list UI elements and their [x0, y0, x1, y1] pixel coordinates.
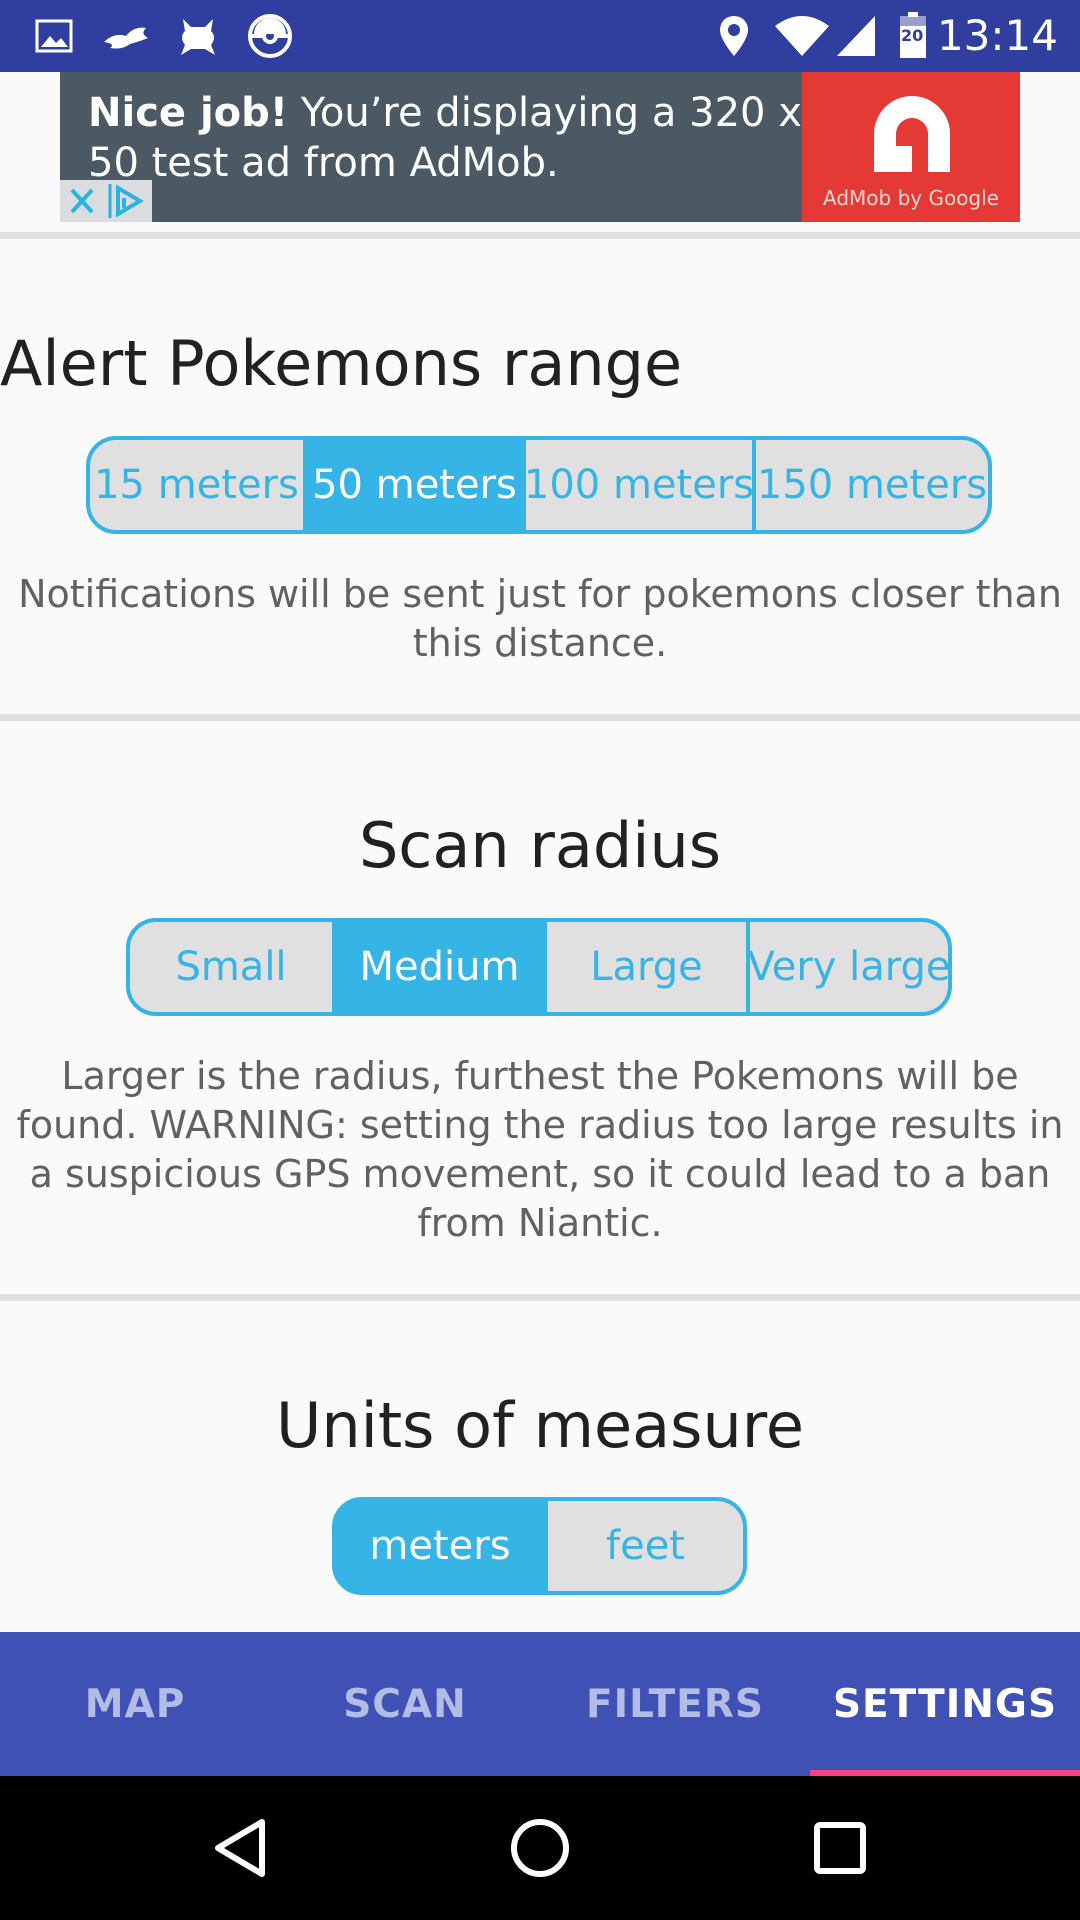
- tab-label: SETTINGS: [832, 1681, 1058, 1727]
- pokeball-icon: [244, 12, 296, 60]
- alert-range-option-150[interactable]: 150 meters: [752, 440, 988, 530]
- bottom-tab-bar: MAP SCAN FILTERS SETTINGS: [0, 1632, 1080, 1776]
- tab-filters[interactable]: FILTERS: [540, 1632, 810, 1776]
- tab-settings[interactable]: SETTINGS: [810, 1632, 1080, 1776]
- ad-headline: Nice job! You’re displaying a 320 x 50 t…: [88, 88, 828, 188]
- pokemon-icon: [174, 12, 222, 60]
- admob-logo: AdMob by Google: [802, 72, 1020, 222]
- tab-scan[interactable]: SCAN: [270, 1632, 540, 1776]
- scan-radius-option-medium[interactable]: Medium: [332, 922, 543, 1012]
- divider: [0, 1294, 1080, 1301]
- alert-range-selector: 15 meters 50 meters 100 meters 150 meter…: [86, 436, 992, 534]
- adchoices-icon[interactable]: [104, 180, 148, 222]
- scan-radius-option-very-large[interactable]: Very large: [746, 922, 948, 1012]
- scan-radius-selector: Small Medium Large Very large: [126, 918, 952, 1016]
- clock: 13:14: [936, 11, 1058, 60]
- image-icon: [34, 12, 74, 60]
- units-selector: meters feet: [332, 1497, 747, 1595]
- scan-radius-title: Scan radius: [358, 809, 722, 882]
- units-title: Units of measure: [275, 1389, 805, 1462]
- tab-map[interactable]: MAP: [0, 1632, 270, 1776]
- battery-icon: 20: [896, 12, 930, 60]
- wifi-icon: [772, 12, 832, 60]
- alert-range-title: Alert Pokemons range: [0, 327, 683, 400]
- divider: [0, 714, 1080, 721]
- tab-label: SCAN: [343, 1681, 467, 1727]
- scan-radius-option-small[interactable]: Small: [130, 922, 332, 1012]
- navigation-bar: [0, 1776, 1080, 1920]
- units-option-feet[interactable]: feet: [544, 1501, 743, 1591]
- alert-range-option-50[interactable]: 50 meters: [303, 440, 522, 530]
- alert-range-description: Notifications will be sent just for poke…: [18, 572, 1062, 665]
- recents-icon[interactable]: [804, 1812, 876, 1884]
- tab-label: FILTERS: [586, 1681, 764, 1727]
- status-bar: 20 13:14: [0, 0, 1080, 72]
- alert-range-option-100[interactable]: 100 meters: [522, 440, 754, 530]
- divider: [0, 232, 1080, 239]
- battery-level: 20: [901, 26, 924, 45]
- admob-caption: AdMob by Google: [823, 186, 999, 210]
- back-icon[interactable]: [204, 1812, 276, 1884]
- scan-radius-option-large[interactable]: Large: [543, 922, 746, 1012]
- location-icon: [714, 12, 754, 60]
- close-icon[interactable]: [60, 180, 104, 222]
- ad-banner[interactable]: Nice job! You’re displaying a 320 x 50 t…: [60, 72, 1020, 222]
- tab-label: MAP: [84, 1681, 186, 1727]
- ad-choices[interactable]: [60, 180, 152, 222]
- signal-icon: [834, 12, 878, 60]
- ad-headline-bold: Nice job!: [88, 90, 289, 136]
- alert-range-option-15[interactable]: 15 meters: [90, 440, 303, 530]
- scan-radius-description: Larger is the radius, furthest the Pokem…: [16, 1054, 1064, 1245]
- units-option-meters[interactable]: meters: [336, 1501, 544, 1591]
- home-icon[interactable]: [504, 1812, 576, 1884]
- pokemon-icon: [100, 12, 154, 60]
